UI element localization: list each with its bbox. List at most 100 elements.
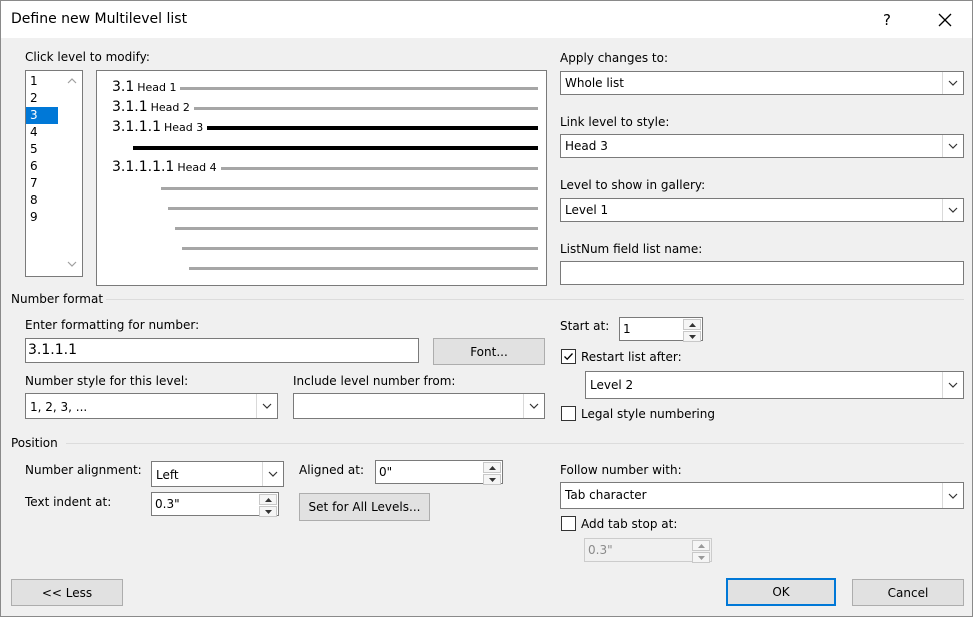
start-at-spinner[interactable]: 1 <box>619 317 703 342</box>
preview-head: Head 3 <box>163 120 204 134</box>
font-button[interactable]: Font... <box>433 338 545 365</box>
listnum-input[interactable] <box>560 261 964 285</box>
scroll-up-icon[interactable] <box>67 77 77 84</box>
number-alignment-dropdown[interactable]: Left <box>151 461 284 487</box>
preview-row: 3.1 Head 1 <box>112 79 177 95</box>
spin-up-icon[interactable] <box>683 319 701 330</box>
aligned-at-label: Aligned at: <box>299 463 365 477</box>
position-heading: Position <box>11 436 58 450</box>
level-item[interactable]: 8 <box>26 192 58 209</box>
enter-format-label: Enter formatting for number: <box>25 318 200 332</box>
apply-changes-value: Whole list <box>565 76 624 90</box>
preview-line <box>221 167 538 170</box>
level-item[interactable]: 9 <box>26 209 58 226</box>
section-divider <box>106 299 964 300</box>
chevron-down-icon[interactable] <box>523 394 544 418</box>
number-format-input[interactable]: 3.1.1.1 <box>25 338 419 363</box>
restart-list-label[interactable]: Restart list after: <box>581 350 682 364</box>
aligned-at-spinner[interactable]: 0" <box>375 460 503 485</box>
preview-number: 3.1.1.1.1 <box>112 159 175 175</box>
preview-line <box>168 207 538 210</box>
spin-down-icon[interactable] <box>483 474 501 485</box>
less-button[interactable]: << Less <box>11 579 123 606</box>
preview-number: 3.1.1.1 <box>112 119 161 135</box>
ok-button[interactable]: OK <box>726 578 836 606</box>
gallery-level-label: Level to show in gallery: <box>560 178 706 192</box>
restart-after-dropdown[interactable]: Level 2 <box>585 371 964 399</box>
number-alignment-value: Left <box>156 468 179 482</box>
spin-down-icon[interactable] <box>259 506 277 517</box>
list-preview: 3.1 Head 1 3.1.1 Head 2 3.1.1.1 Head 3 3… <box>96 70 547 286</box>
follow-number-dropdown[interactable]: Tab character <box>560 482 964 509</box>
level-item[interactable]: 3 <box>26 107 58 124</box>
aligned-at-value: 0" <box>379 465 393 479</box>
level-item[interactable]: 5 <box>26 141 58 158</box>
spin-up-icon[interactable] <box>483 462 501 473</box>
tab-stop-value: 0.3" <box>588 543 613 557</box>
level-item[interactable]: 7 <box>26 175 58 192</box>
preview-row-selected: 3.1.1.1 Head 3 <box>112 119 203 135</box>
level-item[interactable]: 6 <box>26 158 58 175</box>
set-all-levels-label: Set for All Levels... <box>308 500 421 514</box>
spin-up-icon <box>692 540 710 551</box>
number-style-label: Number style for this level: <box>25 374 189 388</box>
close-icon <box>938 13 952 26</box>
add-tab-stop-label[interactable]: Add tab stop at: <box>581 517 677 531</box>
multilevel-list-dialog: Define new Multilevel list ? Click level… <box>0 0 973 617</box>
number-format-heading: Number format <box>11 292 104 306</box>
listnum-label: ListNum field list name: <box>560 242 703 256</box>
dialog-title: Define new Multilevel list <box>11 11 188 27</box>
title-bar: Define new Multilevel list ? <box>1 1 972 38</box>
help-button[interactable]: ? <box>869 1 905 38</box>
help-icon: ? <box>883 10 891 29</box>
chevron-down-icon[interactable] <box>262 462 283 486</box>
legal-style-label[interactable]: Legal style numbering <box>581 407 715 421</box>
add-tab-stop-checkbox[interactable] <box>561 516 576 531</box>
preview-head: Head 1 <box>137 80 177 94</box>
follow-number-label: Follow number with: <box>560 463 682 477</box>
preview-number: 3.1 <box>112 79 135 95</box>
number-format-value: 3.1.1.1 <box>28 342 77 358</box>
cancel-button[interactable]: Cancel <box>852 579 964 606</box>
level-item[interactable]: 2 <box>26 90 58 107</box>
chevron-down-icon[interactable] <box>256 394 277 418</box>
text-indent-spinner[interactable]: 0.3" <box>151 492 279 517</box>
chevron-down-icon[interactable] <box>942 199 963 221</box>
level-list-scrollbar[interactable] <box>62 71 82 276</box>
link-level-label: Link level to style: <box>560 115 670 129</box>
level-item[interactable]: 4 <box>26 124 58 141</box>
level-listbox[interactable]: 123456789 <box>25 70 83 277</box>
level-item[interactable]: 1 <box>26 73 58 90</box>
apply-changes-dropdown[interactable]: Whole list <box>560 71 964 95</box>
preview-line <box>189 267 538 270</box>
chevron-down-icon[interactable] <box>942 372 963 398</box>
spin-down-icon[interactable] <box>683 331 701 342</box>
restart-after-value: Level 2 <box>590 378 634 392</box>
preview-row: 3.1.1 Head 2 <box>112 99 190 115</box>
follow-number-value: Tab character <box>565 488 647 502</box>
close-button[interactable] <box>921 1 969 38</box>
preview-line <box>180 87 538 90</box>
restart-list-checkbox[interactable] <box>561 349 576 364</box>
preview-line <box>182 247 538 250</box>
set-all-levels-button[interactable]: Set for All Levels... <box>299 493 430 521</box>
include-level-dropdown[interactable] <box>293 393 545 419</box>
chevron-down-icon[interactable] <box>942 72 963 94</box>
scroll-down-icon[interactable] <box>67 261 77 268</box>
preview-line-selected <box>207 126 538 130</box>
text-indent-label: Text indent at: <box>25 495 112 509</box>
chevron-down-icon[interactable] <box>942 483 963 508</box>
preview-line-selected <box>133 146 538 150</box>
spin-up-icon[interactable] <box>259 494 277 505</box>
legal-style-checkbox[interactable] <box>561 406 576 421</box>
number-alignment-label: Number alignment: <box>25 463 142 477</box>
apply-changes-label: Apply changes to: <box>560 51 669 65</box>
chevron-down-icon[interactable] <box>942 135 963 157</box>
preview-row: 3.1.1.1.1 Head 4 <box>112 159 217 175</box>
number-style-dropdown[interactable]: 1, 2, 3, ... <box>25 393 278 419</box>
link-level-dropdown[interactable]: Head 3 <box>560 134 964 158</box>
gallery-level-dropdown[interactable]: Level 1 <box>560 198 964 222</box>
tab-stop-spinner: 0.3" <box>584 538 712 563</box>
ok-button-label: OK <box>772 585 790 599</box>
preview-number: 3.1.1 <box>112 99 148 115</box>
